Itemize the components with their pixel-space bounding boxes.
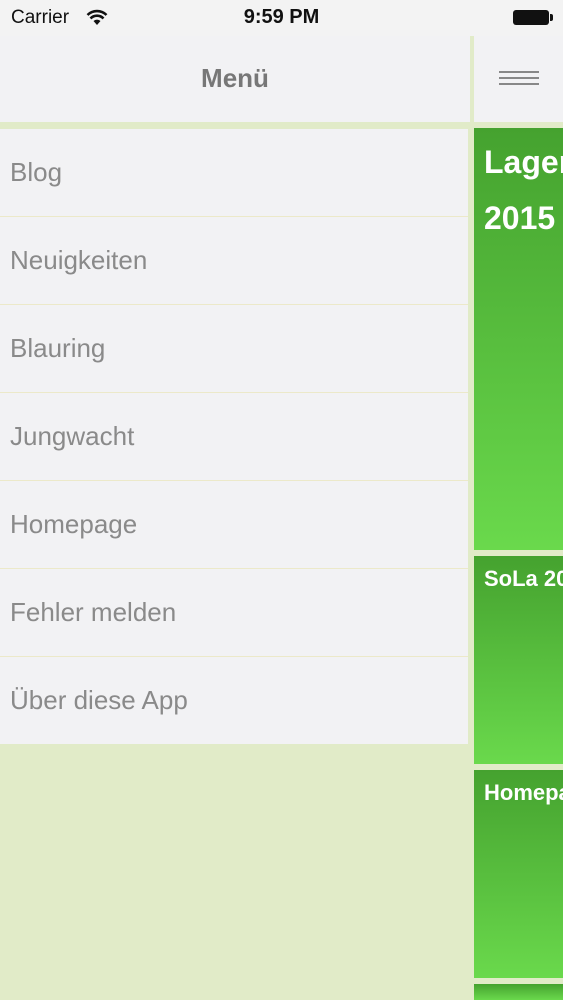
menu-title: Menü (201, 63, 269, 93)
battery-icon (513, 10, 553, 25)
content-tile[interactable]: Lager 2015 (474, 128, 563, 550)
tile-title: Homepa (484, 780, 563, 805)
main-content: Lager 2015 SoLa 20 Homepa (474, 36, 563, 1000)
content-tile[interactable] (474, 984, 563, 1000)
menu-item-jungwacht[interactable]: Jungwacht (0, 393, 468, 481)
main-header (474, 36, 563, 122)
menu-header: Menü (0, 36, 470, 126)
content-tile[interactable]: Homepa (474, 770, 563, 978)
status-bar: Carrier 9:59 PM (0, 0, 563, 36)
tile-title: Lager 2015 (484, 144, 563, 236)
hamburger-menu-icon[interactable] (499, 71, 539, 87)
menu-list: Blog Neuigkeiten Blauring Jungwacht Home… (0, 129, 468, 744)
clock: 9:59 PM (243, 6, 320, 28)
side-menu: Menü Blog Neuigkeiten Blauring Jungwacht… (0, 36, 470, 1000)
menu-item-neuigkeiten[interactable]: Neuigkeiten (0, 217, 468, 305)
menu-item-homepage[interactable]: Homepage (0, 481, 468, 569)
menu-item-blauring[interactable]: Blauring (0, 305, 468, 393)
menu-item-about-app[interactable]: Über diese App (0, 657, 468, 744)
menu-item-fehler-melden[interactable]: Fehler melden (0, 569, 468, 657)
menu-item-blog[interactable]: Blog (0, 129, 468, 217)
content-tile[interactable]: SoLa 20 (474, 556, 563, 764)
tile-title: SoLa 20 (484, 566, 563, 591)
